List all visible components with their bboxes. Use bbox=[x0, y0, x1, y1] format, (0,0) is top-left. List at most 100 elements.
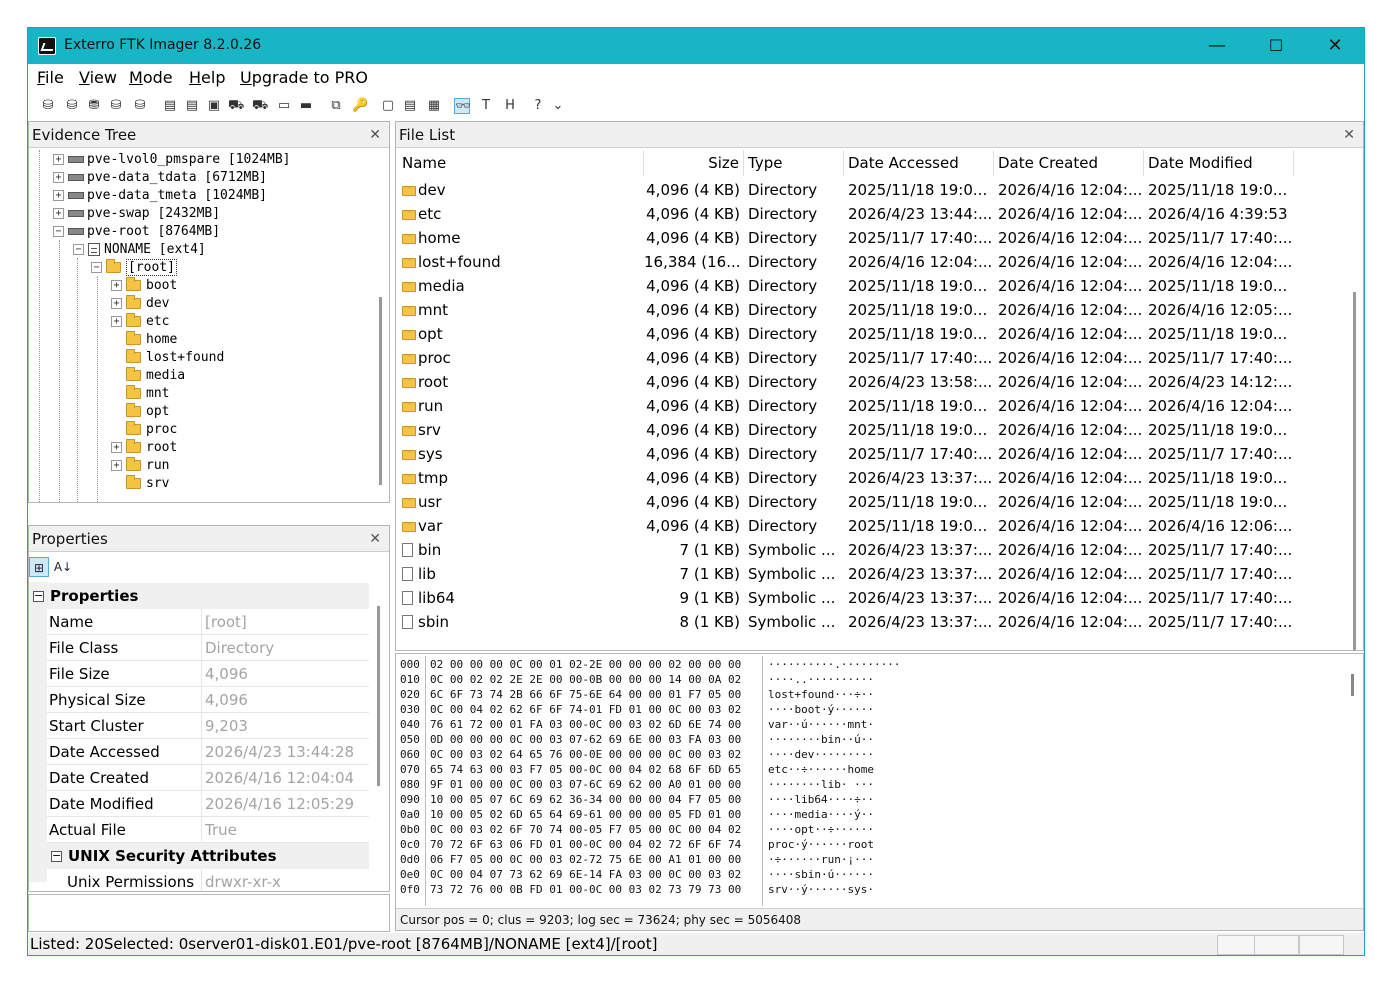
collapse-icon[interactable]: − bbox=[33, 590, 44, 602]
file-row[interactable]: opt 4,096 (4 KB) Directory 2025/11/18 19:0.… bbox=[396, 322, 1346, 346]
property-row[interactable]: Unix Permissions drwxr-xr-x bbox=[47, 869, 369, 891]
menu-view[interactable]: View bbox=[79, 68, 117, 87]
add-evidence-icon[interactable]: ⛁ bbox=[40, 98, 56, 114]
unix-security-category[interactable]: − UNIX Security Attributes bbox=[29, 843, 369, 869]
remove-all-icon[interactable]: ⛁ bbox=[132, 98, 148, 114]
hex-bytes[interactable]: 0C 00 03 02 64 65 76 00-0E 00 00 00 0C 0… bbox=[430, 747, 741, 762]
file-row[interactable]: lib 7 (1 KB) Symbolic ... 2026/4/23 13:37:.… bbox=[396, 562, 1346, 586]
create-disk-image-icon[interactable]: ▤ bbox=[162, 98, 178, 114]
expand-icon[interactable]: + bbox=[111, 316, 122, 327]
hex-bytes[interactable]: 76 61 72 00 01 FA 03 00-0C 00 03 02 6D 6… bbox=[430, 717, 741, 732]
property-row[interactable]: Date Modified 2026/4/16 12:05:29 bbox=[47, 791, 369, 817]
expand-icon[interactable]: + bbox=[53, 172, 64, 183]
natural-view-icon[interactable]: 👓 bbox=[454, 98, 471, 114]
hex-ascii[interactable]: ····sbin·ú······ bbox=[768, 867, 874, 882]
file-row[interactable]: srv 4,096 (4 KB) Directory 2025/11/18 19:0.… bbox=[396, 418, 1346, 442]
column-header-name[interactable]: Name bbox=[398, 150, 644, 176]
hex-bytes[interactable]: 73 72 76 00 0B FD 01 00-0C 00 03 02 73 7… bbox=[430, 882, 741, 897]
collapse-icon[interactable]: − bbox=[51, 850, 62, 862]
tree-item[interactable]: srv bbox=[111, 475, 169, 493]
file-row[interactable]: lost+found 16,384 (16... Directory 2026/4/1… bbox=[396, 250, 1346, 274]
help-icon[interactable]: ? bbox=[530, 98, 546, 114]
hex-bytes[interactable]: 02 00 00 00 0C 00 01 02-2E 00 00 00 02 0… bbox=[430, 657, 741, 672]
file-row[interactable]: sys 4,096 (4 KB) Directory 2025/11/7 17:40:… bbox=[396, 442, 1346, 466]
hex-bytes[interactable]: 0C 00 04 02 62 6F 6F 74-01 FD 01 00 0C 0… bbox=[430, 702, 741, 717]
tree-item[interactable]: + boot bbox=[111, 277, 177, 295]
menu-upgrade[interactable]: Upgrade to PRO bbox=[240, 68, 368, 87]
new-file-icon[interactable]: ▢ bbox=[380, 98, 396, 114]
hex-ascii[interactable]: ········lib· ··· bbox=[768, 777, 874, 792]
menu-file[interactable]: File bbox=[37, 68, 64, 87]
add-to-custom-image-icon[interactable]: ⛟ bbox=[228, 98, 244, 114]
tree-item[interactable]: + pve-swap [2432MB] bbox=[53, 205, 220, 223]
decrypt-icon[interactable]: ▭ bbox=[276, 98, 292, 114]
image-mounting-icon[interactable]: ⛃ bbox=[86, 98, 102, 114]
minimize-button[interactable]: — bbox=[1188, 28, 1246, 64]
hex-bytes[interactable]: 0C 00 02 02 2E 2E 00 00-0B 00 00 00 14 0… bbox=[430, 672, 741, 687]
properties-view-icon[interactable]: ▦ bbox=[426, 98, 442, 114]
property-row[interactable]: Name [root] bbox=[47, 609, 369, 635]
tree-item[interactable]: + run bbox=[111, 457, 169, 475]
dropdown-icon[interactable]: ⌄ bbox=[550, 98, 566, 114]
text-view-icon[interactable]: T bbox=[478, 98, 494, 114]
hex-ascii[interactable]: ····lib64····÷·· bbox=[768, 792, 874, 807]
expand-icon[interactable]: + bbox=[111, 460, 122, 471]
tree-item[interactable]: mnt bbox=[111, 385, 169, 403]
alphabetical-sort-icon[interactable]: A↓ bbox=[53, 557, 73, 577]
expand-icon[interactable]: + bbox=[111, 298, 122, 309]
evidence-tree-hscrollbar[interactable] bbox=[79, 502, 169, 503]
hex-view-icon[interactable]: H bbox=[502, 98, 518, 114]
memory-capture-icon[interactable]: ▬ bbox=[298, 98, 314, 114]
expand-icon[interactable]: + bbox=[111, 280, 122, 291]
column-header-size[interactable]: Size bbox=[644, 150, 744, 176]
file-row[interactable]: tmp 4,096 (4 KB) Directory 2026/4/23 13:37:… bbox=[396, 466, 1346, 490]
file-list-close-icon[interactable]: ✕ bbox=[1343, 122, 1355, 148]
hex-bytes[interactable]: 6C 6F 73 74 2B 66 6F 75-6E 64 00 00 01 F… bbox=[430, 687, 741, 702]
hex-ascii[interactable]: etc··÷······home bbox=[768, 762, 874, 777]
tree-item[interactable]: opt bbox=[111, 403, 169, 421]
file-row[interactable]: dev 4,096 (4 KB) Directory 2025/11/18 19:0.… bbox=[396, 178, 1346, 202]
properties-vscrollbar[interactable] bbox=[377, 606, 380, 786]
tree-item[interactable]: lost+found bbox=[111, 349, 224, 367]
expand-icon[interactable]: + bbox=[53, 154, 64, 165]
hex-bytes[interactable]: 0C 00 03 02 6F 70 74 00-05 F7 05 00 0C 0… bbox=[430, 822, 741, 837]
file-row[interactable]: proc 4,096 (4 KB) Directory 2025/11/7 17:40… bbox=[396, 346, 1346, 370]
maximize-button[interactable]: ☐ bbox=[1247, 28, 1305, 64]
categorized-icon[interactable]: ⊞ bbox=[29, 557, 49, 577]
menu-mode[interactable]: Mode bbox=[129, 68, 173, 87]
hex-ascii[interactable]: ··········.········· bbox=[768, 657, 900, 672]
hex-ascii[interactable]: ····dev········· bbox=[768, 747, 874, 762]
create-custom-image-icon[interactable]: ⛟ bbox=[252, 98, 268, 114]
hex-ascii[interactable]: ····media····ý·· bbox=[768, 807, 874, 822]
title-bar[interactable]: Exterro FTK Imager 8.2.0.26 — ☐ ✕ bbox=[28, 28, 1364, 64]
tree-item[interactable]: + etc bbox=[111, 313, 169, 331]
hex-bytes[interactable]: 0D 00 00 00 0C 00 03 07-62 69 6E 00 03 F… bbox=[430, 732, 741, 747]
evidence-tree-close-icon[interactable]: ✕ bbox=[369, 122, 381, 148]
hex-ascii[interactable]: var··ú······mnt· bbox=[768, 717, 874, 732]
hex-view-panel[interactable]: 000 02 00 00 00 0C 00 01 02-2E 00 00 00 0… bbox=[395, 653, 1364, 931]
property-row[interactable]: File Class Directory bbox=[47, 635, 369, 661]
collapse-icon[interactable]: − bbox=[91, 262, 102, 273]
property-row[interactable]: Date Accessed 2026/4/23 13:44:28 bbox=[47, 739, 369, 765]
hex-ascii[interactable]: ····..·········· bbox=[768, 672, 874, 687]
file-row[interactable]: home 4,096 (4 KB) Directory 2025/11/7 17:40… bbox=[396, 226, 1346, 250]
tree-item[interactable]: − NONAME [ext4] bbox=[73, 241, 206, 259]
column-header-type[interactable]: Type bbox=[744, 150, 844, 176]
file-row[interactable]: run 4,096 (4 KB) Directory 2025/11/18 19:0.… bbox=[396, 394, 1346, 418]
column-header-date-modified[interactable]: Date Modified bbox=[1144, 150, 1294, 176]
hex-ascii[interactable]: ····opt··÷······ bbox=[768, 822, 874, 837]
hex-bytes[interactable]: 10 00 05 02 6D 65 64 69-61 00 00 00 05 F… bbox=[430, 807, 741, 822]
tree-item[interactable]: home bbox=[111, 331, 177, 349]
file-row[interactable]: etc 4,096 (4 KB) Directory 2026/4/23 13:44:… bbox=[396, 202, 1346, 226]
file-row[interactable]: lib64 9 (1 KB) Symbolic ... 2026/4/23 13:37… bbox=[396, 586, 1346, 610]
hex-bytes[interactable]: 65 74 63 00 03 F7 05 00-0C 00 04 02 68 6… bbox=[430, 762, 741, 777]
file-row[interactable]: usr 4,096 (4 KB) Directory 2025/11/18 19:0.… bbox=[396, 490, 1346, 514]
hex-bytes[interactable]: 06 F7 05 00 0C 00 03 02-72 75 6E 00 A1 0… bbox=[430, 852, 741, 867]
property-row[interactable]: Start Cluster 9,203 bbox=[47, 713, 369, 739]
file-row[interactable]: var 4,096 (4 KB) Directory 2025/11/18 19:0.… bbox=[396, 514, 1346, 538]
file-row[interactable]: sbin 8 (1 KB) Symbolic ... 2026/4/23 13:37:… bbox=[396, 610, 1346, 634]
hex-ascii[interactable]: srv··ý······sys· bbox=[768, 882, 874, 897]
property-row[interactable]: Date Created 2026/4/16 12:04:04 bbox=[47, 765, 369, 791]
hex-vscrollbar[interactable] bbox=[1351, 674, 1354, 696]
property-row[interactable]: File Size 4,096 bbox=[47, 661, 369, 687]
